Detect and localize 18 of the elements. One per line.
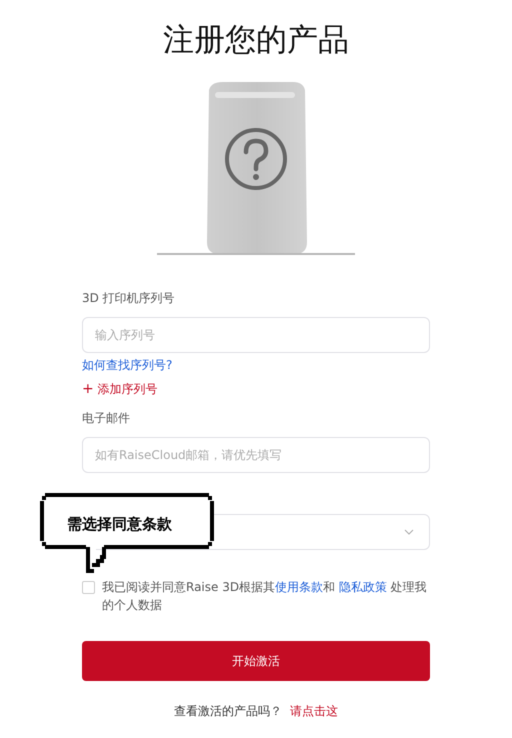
input-field[interactable]: 输入序列号 — [82, 317, 430, 353]
checkbox[interactable] — [82, 581, 95, 594]
terms-link[interactable]: 隐私政策 — [338, 580, 387, 594]
activate-button[interactable]: 开始激活 — [82, 641, 430, 681]
add-serial-link[interactable]: + 添加序列号 — [82, 381, 158, 397]
field-label: 3D 打印机序列号 — [82, 290, 176, 306]
chevron-down-icon — [404, 529, 414, 535]
field-label: 电子邮件 — [82, 410, 131, 426]
terms-link[interactable]: 使用条款 — [275, 580, 324, 594]
input-field[interactable]: 如有RaiseCloud邮箱，请优先填写 — [82, 437, 430, 473]
tooltip-text: 需选择同意条款 — [67, 515, 172, 534]
help-link[interactable]: 如何查找序列号? — [82, 357, 172, 373]
consent-text: 我已阅读并同意Raise 3D根据其使用条款和 隐私政策 处理我的个人数据 — [102, 579, 428, 614]
footer-text: 查看激活的产品吗？ — [174, 703, 282, 720]
plus-icon: + — [82, 381, 94, 397]
question-icon — [224, 127, 288, 191]
page-title: 注册您的产品 — [163, 21, 349, 60]
click-here-link[interactable]: 请点击这 — [290, 703, 338, 720]
